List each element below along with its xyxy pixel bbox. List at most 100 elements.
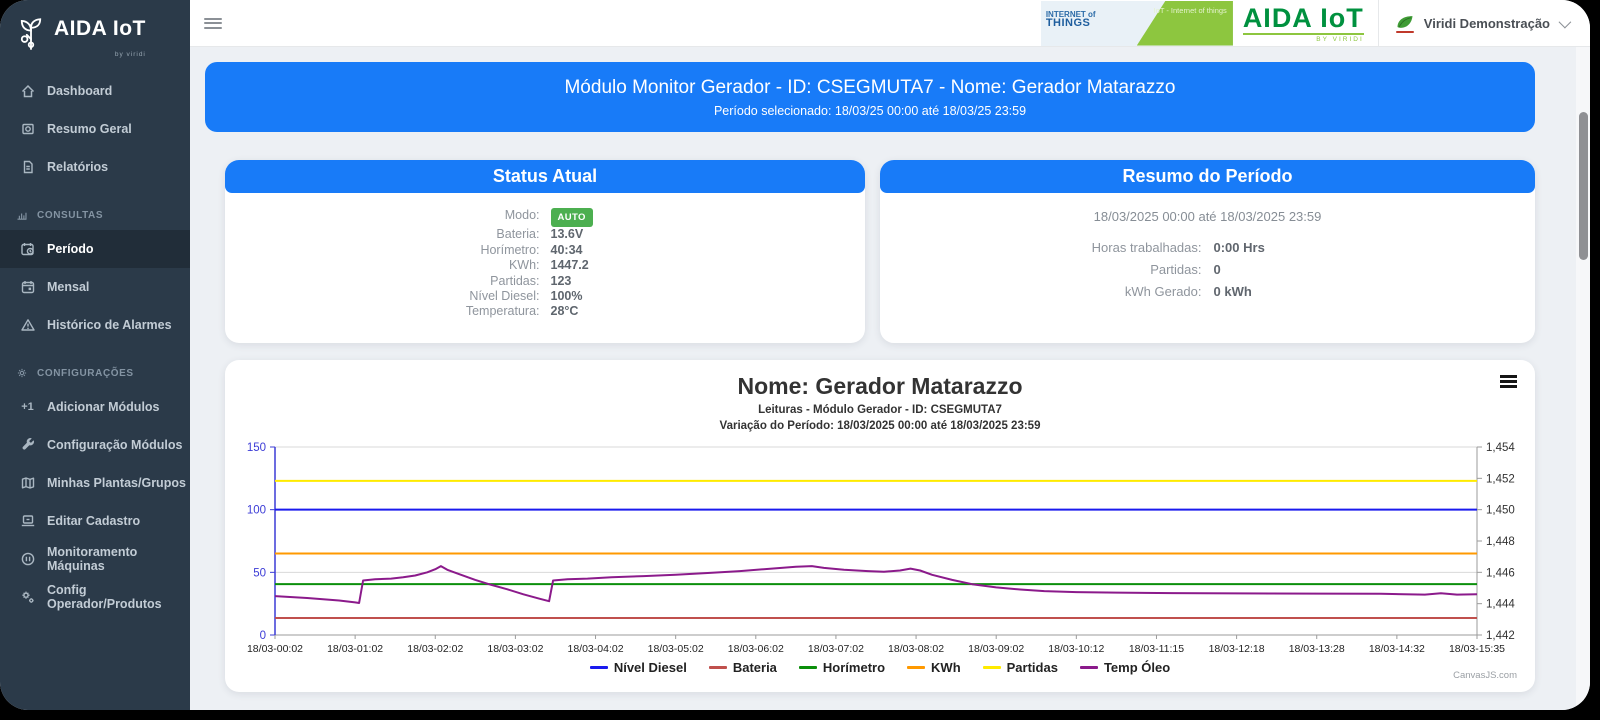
legend-item-temp-leo[interactable]: Temp Óleo [1079,660,1170,675]
laptop-icon [19,513,36,530]
legend-label: Nível Diesel [613,660,687,675]
sidebar-item-label: Minhas Plantas/Grupos [47,476,186,490]
svg-text:0: 0 [260,630,266,642]
wrench-icon [19,437,36,454]
sidebar-item-label: Período [47,242,94,256]
svg-text:18/03-10:12: 18/03-10:12 [1048,643,1104,655]
sidebar-item-minhas-plantas[interactable]: Minhas Plantas/Grupos [0,464,190,502]
aida-iot-logo: AIDA IoT BY VIRIDI [1242,3,1364,43]
sidebar-item-label: Configuração Módulos [47,438,183,452]
iot-things-banner-image: INTERNET of THINGS IoT - Internet of thi… [1040,0,1233,46]
vertical-scrollbar[interactable] [1579,112,1588,260]
svg-text:18/03-14:32: 18/03-14:32 [1369,643,1425,655]
app-window: AIDA IoT by viridi Dashboard Resumo Gera… [0,0,1590,710]
svg-text:1,446: 1,446 [1486,567,1515,579]
svg-text:18/03-03:02: 18/03-03:02 [487,643,543,655]
sidebar-item-label: Adicionar Módulos [47,400,160,414]
report-icon [19,159,36,176]
user-name: Viridi Demonstração [1423,15,1550,31]
bar-chart-icon [16,209,29,222]
svg-text:18/03-05:02: 18/03-05:02 [648,643,704,655]
status-row: KWh: 1447.2 [508,258,589,273]
legend-label: Partidas [1006,660,1058,675]
sidebar-item-mensal[interactable]: Mensal [0,268,190,306]
sidebar-section-configuracoes: CONFIGURAÇÕES [0,358,190,388]
status-row: Nível Diesel: 100% [469,289,583,304]
internet-of-things-wordcloud: INTERNET of THINGS [1045,9,1096,29]
svg-text:18/03-11:15: 18/03-11:15 [1129,643,1184,655]
module-title-banner: Módulo Monitor Gerador - ID: CSEGMUTA7 -… [205,62,1535,132]
sidebar-item-configuracao-modulos[interactable]: Configuração Módulos [0,426,190,464]
chart-subtitle-2: Variação do Período: 18/03/2025 00:00 at… [719,420,1041,432]
status-card-title: Status Atual [225,160,865,193]
sidebar-item-config-operador[interactable]: Config Operador/Produtos [0,578,190,616]
chart-legend: Nível Diesel Bateria Horímetro KWh Partidas T… [225,660,1535,675]
sidebar-item-resumo-geral[interactable]: Resumo Geral [0,110,190,148]
plus-one-icon: +1 [21,401,34,413]
legend-label: KWh [931,660,961,675]
svg-text:100: 100 [247,505,266,517]
svg-text:18/03-08:02: 18/03-08:02 [888,643,944,655]
legend-swatch [708,666,727,669]
status-row: Modo: AUTO [225,208,865,228]
svg-text:1,450: 1,450 [1486,505,1515,517]
sidebar-item-label: Monitoramento Máquinas [47,545,138,573]
status-card: Status Atual Modo: AUTO Bateria: 13.6V Hor… [225,160,865,343]
summary-period: 18/03/2025 00:00 até 18/03/2025 23:59 [1093,209,1322,224]
iot-banner-caption: IoT - Internet of things [1153,5,1227,15]
svg-text:150: 150 [247,442,266,454]
mode-badge: AUTO [550,208,593,228]
legend-swatch [982,666,1001,669]
legend-item-partidas[interactable]: Partidas [982,660,1058,675]
module-title: Módulo Monitor Gerador - ID: CSEGMUTA7 -… [564,76,1176,98]
legend-item-kwh[interactable]: KWh [907,660,961,675]
sidebar-item-editar-cadastro[interactable]: Editar Cadastro [0,502,190,540]
svg-text:18/03-07:02: 18/03-07:02 [808,643,864,655]
chart-menu-button[interactable] [1500,375,1517,391]
svg-text:1,442: 1,442 [1486,630,1515,642]
svg-text:18/03-12:18: 18/03-12:18 [1209,643,1265,655]
svg-text:50: 50 [253,567,266,579]
sidebar-section-label: CONFIGURAÇÕES [37,367,134,379]
sidebar-item-periodo[interactable]: Período [0,230,190,268]
menu-toggle-button[interactable] [204,15,222,31]
sidebar-item-label: Relatórios [47,160,109,174]
svg-text:1,448: 1,448 [1486,536,1515,548]
canvasjs-credit[interactable]: CanvasJS.com [1453,670,1517,681]
status-row: Horímetro: 40:34 [480,242,583,257]
sidebar-section-consultas: CONSULTAS [0,200,190,230]
svg-text:18/03-02:02: 18/03-02:02 [407,643,463,655]
status-row: Bateria: 13.6V [496,227,584,242]
gears-icon [19,589,36,606]
sidebar-item-label: Config Operador/Produtos [47,583,162,611]
svg-text:18/03-09:02: 18/03-09:02 [968,643,1024,655]
legend-item-n-vel-diesel[interactable]: Nível Diesel [589,660,687,675]
sidebar-item-dashboard[interactable]: Dashboard [0,72,190,110]
user-menu[interactable]: Viridi Demonstração [1379,14,1590,33]
legend-swatch [589,666,608,669]
scrollbar-track[interactable] [1576,47,1590,710]
svg-text:18/03-06:02: 18/03-06:02 [728,643,784,655]
chart-subtitle-1: Leituras - Módulo Gerador - ID: CSEGMUTA… [758,404,1002,416]
legend-swatch [1079,666,1098,669]
legend-item-hor-metro[interactable]: Horímetro [798,660,885,675]
svg-text:1,444: 1,444 [1486,599,1515,611]
period-summary-card: Resumo do Período 18/03/2025 00:00 até 1… [880,160,1535,343]
selected-period: Período selecionado: 18/03/25 00:00 até … [713,103,1027,118]
sidebar-nav: Dashboard Resumo Geral Relatórios CONSUL… [0,72,190,616]
sidebar-item-adicionar-modulos[interactable]: +1 Adicionar Módulos [0,388,190,426]
status-row: Partidas: 123 [490,273,572,288]
gear-icon [16,367,29,380]
summary-row: Partidas: 0 [1150,262,1221,277]
sidebar-section-label: CONSULTAS [37,209,104,221]
sidebar-logo[interactable]: AIDA IoT by viridi [0,0,190,62]
legend-swatch [907,666,926,669]
sidebar-item-relatorios[interactable]: Relatórios [0,148,190,186]
legend-item-bateria[interactable]: Bateria [708,660,777,675]
main-content: Módulo Monitor Gerador - ID: CSEGMUTA7 -… [190,47,1576,710]
sidebar-item-label: Histórico de Alarmes [47,318,172,332]
sidebar-item-monitoramento-maquinas[interactable]: Monitoramento Máquinas [0,540,190,578]
sidebar-item-historico-alarmes[interactable]: Histórico de Alarmes [0,306,190,344]
top-header: INTERNET of THINGS IoT - Internet of thi… [190,0,1590,47]
sidebar-logo-title: AIDA IoT by viridi [54,16,146,68]
